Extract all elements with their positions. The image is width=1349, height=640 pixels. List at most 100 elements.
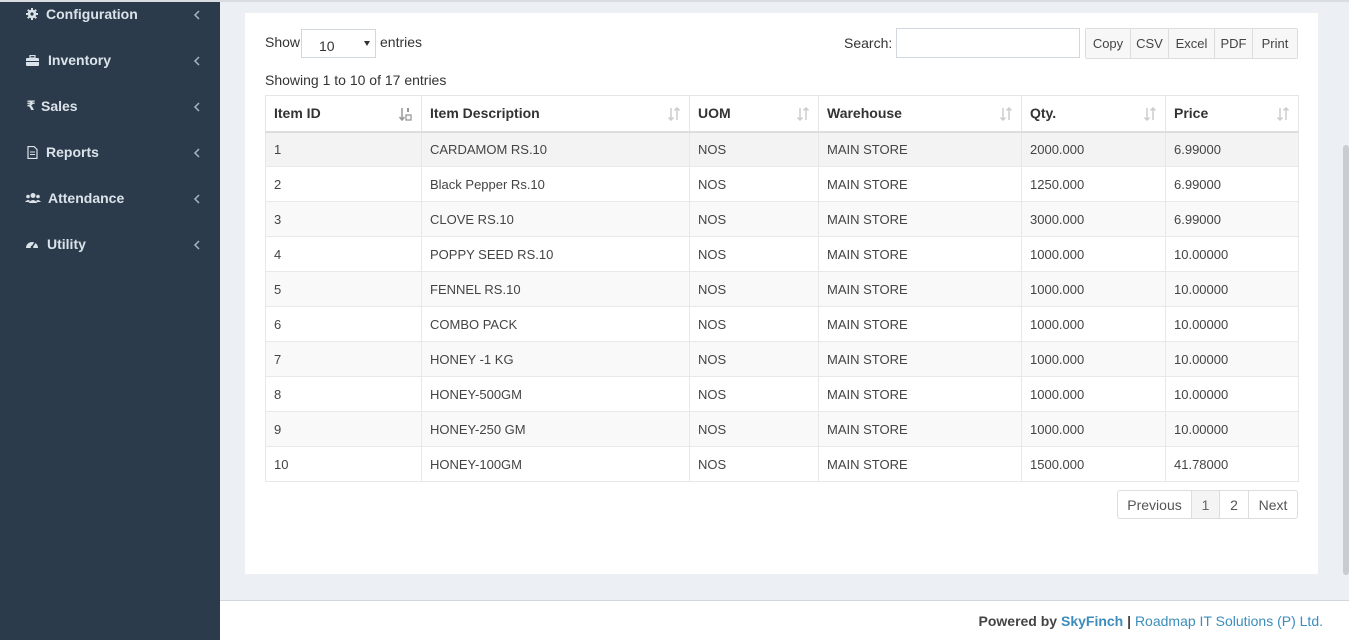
sort-asc-icon [398, 107, 413, 122]
copy-button[interactable]: Copy [1086, 29, 1131, 58]
cell-uom: NOS [689, 376, 819, 412]
cell-warehouse: MAIN STORE [818, 201, 1022, 237]
cell-qty: 1250.000 [1021, 166, 1166, 202]
cell-item-description: FENNEL RS.10 [421, 271, 690, 307]
chevron-left-icon [193, 100, 201, 112]
cell-qty: 1000.000 [1021, 306, 1166, 342]
cell-item-description: CLOVE RS.10 [421, 201, 690, 237]
table-row[interactable]: 3 CLOVE RS.10 NOS MAIN STORE 3000.000 6.99000 [265, 201, 1299, 237]
cell-price: 10.00000 [1165, 411, 1299, 447]
sort-icon [1276, 106, 1290, 122]
table-row[interactable]: 8 HONEY-500GM NOS MAIN STORE 1000.000 10.0000… [265, 376, 1299, 412]
briefcase-icon [25, 53, 39, 67]
cell-item-id: 3 [265, 201, 422, 237]
cell-warehouse: MAIN STORE [818, 236, 1022, 272]
sidebar-item-label: Attendance [48, 190, 125, 206]
top-divider [220, 0, 1349, 2]
cell-item-id: 9 [265, 411, 422, 447]
scrollbar-thumb[interactable] [1343, 145, 1349, 575]
cell-item-id: 1 [265, 131, 422, 167]
chevron-left-icon [193, 238, 201, 250]
sidebar-item-label: Configuration [46, 6, 138, 22]
page-button-2[interactable]: 2 [1220, 491, 1249, 518]
column-header-qty[interactable]: Qty. [1021, 95, 1166, 133]
sidebar-item-sales[interactable]: ₹ Sales [0, 86, 220, 126]
pagination: Previous 1 2 Next [1117, 490, 1298, 519]
cell-item-description: Black Pepper Rs.10 [421, 166, 690, 202]
cell-warehouse: MAIN STORE [818, 411, 1022, 447]
search-input[interactable] [896, 28, 1080, 58]
gear-icon [25, 7, 39, 21]
powered-by-label: Powered by [978, 613, 1058, 629]
previous-page-button[interactable]: Previous [1118, 491, 1192, 518]
cell-item-id: 7 [265, 341, 422, 377]
export-button-group: Copy CSV Excel PDF Print [1085, 28, 1298, 59]
sort-icon [667, 106, 681, 122]
cell-item-id: 8 [265, 376, 422, 412]
company-link[interactable]: Roadmap IT Solutions (P) Ltd. [1135, 613, 1323, 629]
table-row[interactable]: 6 COMBO PACK NOS MAIN STORE 1000.000 10.00000 [265, 306, 1299, 342]
cell-warehouse: MAIN STORE [818, 166, 1022, 202]
cell-uom: NOS [689, 306, 819, 342]
footer-text: Powered by SkyFinch | Roadmap IT Solutio… [979, 613, 1324, 629]
cell-qty: 1000.000 [1021, 341, 1166, 377]
column-header-item-id[interactable]: Item ID [265, 95, 422, 133]
column-header-warehouse[interactable]: Warehouse [818, 95, 1022, 133]
print-button[interactable]: Print [1253, 29, 1297, 58]
sidebar-item-label: Utility [47, 236, 86, 252]
sidebar-item-label: Reports [46, 144, 99, 160]
sidebar-item-inventory[interactable]: Inventory [0, 40, 220, 80]
table-row[interactable]: 2 Black Pepper Rs.10 NOS MAIN STORE 1250.000… [265, 166, 1299, 202]
sidebar: Configuration Inventory ₹ Sales Reports … [0, 0, 220, 640]
sidebar-item-configuration[interactable]: Configuration [0, 0, 220, 34]
table-row[interactable]: 1 CARDAMOM RS.10 NOS MAIN STORE 2000.000 6.99… [265, 131, 1299, 167]
cell-qty: 1000.000 [1021, 411, 1166, 447]
table-header-row: Item ID Item Description UOM Warehouse Q… [265, 95, 1299, 133]
sidebar-item-utility[interactable]: Utility [0, 224, 220, 264]
column-header-uom[interactable]: UOM [689, 95, 819, 133]
cell-price: 10.00000 [1165, 271, 1299, 307]
cell-uom: NOS [689, 201, 819, 237]
pdf-button[interactable]: PDF [1215, 29, 1253, 58]
table-row[interactable]: 5 FENNEL RS.10 NOS MAIN STORE 1000.000 10.000… [265, 271, 1299, 307]
page-length-value: 10 [319, 38, 335, 54]
cell-item-description: CARDAMOM RS.10 [421, 131, 690, 167]
column-header-item-description[interactable]: Item Description [421, 95, 690, 133]
table-row[interactable]: 10 HONEY-100GM NOS MAIN STORE 1500.000 41.780… [265, 446, 1299, 482]
entries-label: entries [380, 34, 423, 50]
page-length-select[interactable]: 10 [301, 29, 376, 58]
table-row[interactable]: 7 HONEY -1 KG NOS MAIN STORE 1000.000 10.0000… [265, 341, 1299, 377]
sidebar-item-label: Sales [41, 98, 78, 114]
cell-warehouse: MAIN STORE [818, 341, 1022, 377]
csv-button[interactable]: CSV [1131, 29, 1169, 58]
search-label: Search: [844, 35, 893, 51]
cell-price: 6.99000 [1165, 166, 1299, 202]
next-page-button[interactable]: Next [1249, 491, 1297, 518]
page-button-1[interactable]: 1 [1192, 491, 1220, 518]
chevron-left-icon [193, 54, 201, 66]
sidebar-item-attendance[interactable]: Attendance [0, 178, 220, 218]
cell-item-id: 5 [265, 271, 422, 307]
cell-warehouse: MAIN STORE [818, 131, 1022, 167]
brand-link[interactable]: SkyFinch [1061, 613, 1123, 629]
cell-qty: 1000.000 [1021, 376, 1166, 412]
report-icon [25, 145, 39, 159]
cell-item-id: 2 [265, 166, 422, 202]
table-row[interactable]: 9 HONEY-250 GM NOS MAIN STORE 1000.000 10.000… [265, 411, 1299, 447]
sidebar-item-label: Inventory [48, 52, 112, 68]
rupee-icon: ₹ [26, 98, 36, 113]
cell-item-id: 10 [265, 446, 422, 482]
excel-button[interactable]: Excel [1169, 29, 1215, 58]
cell-warehouse: MAIN STORE [818, 376, 1022, 412]
cell-uom: NOS [689, 341, 819, 377]
cell-qty: 1000.000 [1021, 236, 1166, 272]
cell-item-description: COMBO PACK [421, 306, 690, 342]
column-header-price[interactable]: Price [1165, 95, 1299, 133]
sidebar-item-reports[interactable]: Reports [0, 132, 220, 172]
footer-separator: | [1127, 613, 1132, 629]
cell-item-description: HONEY -1 KG [421, 341, 690, 377]
cell-uom: NOS [689, 271, 819, 307]
chevron-left-icon [193, 146, 201, 158]
cell-uom: NOS [689, 236, 819, 272]
table-row[interactable]: 4 POPPY SEED RS.10 NOS MAIN STORE 1000.000 10… [265, 236, 1299, 272]
